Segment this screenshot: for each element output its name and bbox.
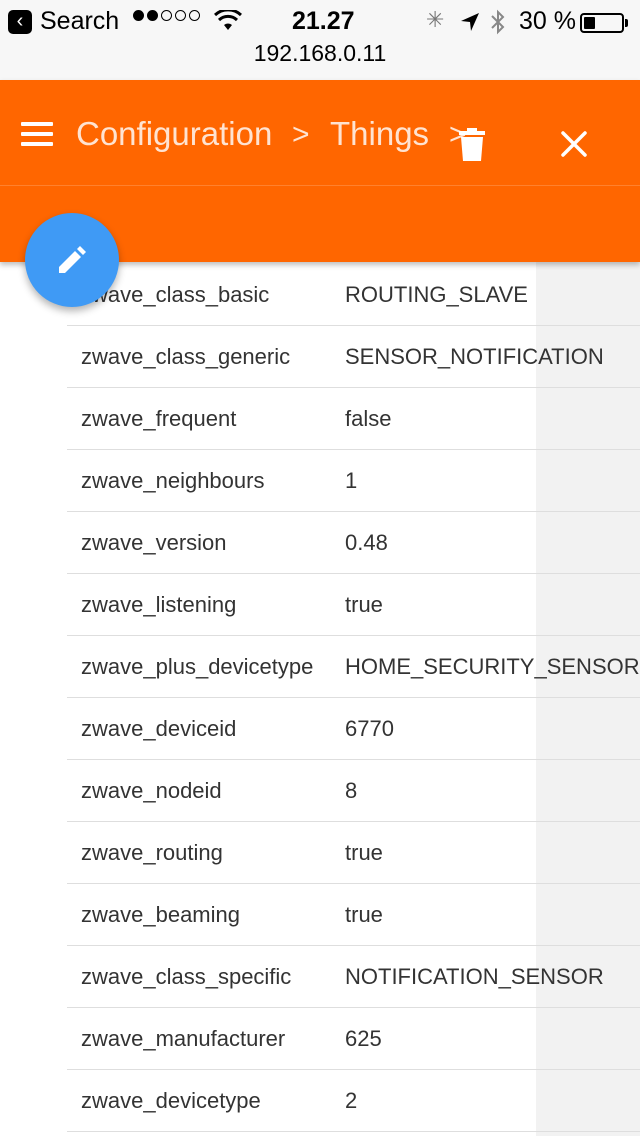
property-key: zwave_class_generic: [81, 344, 291, 369]
property-key: zwave_devicetype: [81, 1088, 261, 1113]
back-app-label[interactable]: Search: [40, 7, 119, 36]
properties-panel: zwave_class_basic ROUTING_SLAVE zwave_clas…: [0, 262, 640, 1136]
location-arrow-icon: [461, 13, 479, 31]
property-key: zwave_listening: [81, 592, 237, 617]
property-value: 625: [345, 1026, 382, 1051]
property-value: 0.48: [345, 530, 388, 555]
table-row: zwave_plus_devicetype HOME_SECURITY_SENSO…: [67, 636, 640, 698]
clock: 21.27: [292, 7, 355, 35]
table-row: zwave_version 0.48: [67, 512, 640, 574]
property-key: zwave_nodeid: [81, 778, 222, 803]
status-row: ‹ Search 21.27 ✳ 30 %: [0, 4, 640, 38]
bluetooth-icon: [491, 9, 505, 35]
table-row: zwave_frequent false: [67, 388, 640, 450]
table-row: zwave_devicetype 2: [67, 1070, 640, 1132]
property-value: 2: [345, 1088, 358, 1113]
edit-pencil-icon: [59, 246, 86, 273]
property-key: zwave_manufacturer: [81, 1026, 286, 1051]
breadcrumb-configuration[interactable]: Configuration: [76, 115, 272, 153]
activity-spinner-icon: ✳: [426, 7, 445, 32]
table-row: zwave_beaming true: [67, 884, 640, 946]
wifi-icon: [214, 10, 242, 30]
menu-icon[interactable]: [21, 122, 53, 146]
property-key: zwave_frequent: [81, 406, 237, 431]
property-value: true: [345, 902, 383, 927]
table-row: zwave_manufacturer 625: [67, 1008, 640, 1070]
property-key: zwave_routing: [81, 840, 223, 865]
property-value: true: [345, 592, 383, 617]
table-row: zwave_class_basic ROUTING_SLAVE: [67, 264, 640, 326]
url-bar[interactable]: 192.168.0.11: [0, 40, 640, 67]
property-key: zwave_neighbours: [81, 468, 265, 493]
property-key: zwave_beaming: [81, 902, 240, 927]
table-row: zwave_neighbours 1: [67, 450, 640, 512]
battery-fill: [584, 17, 595, 29]
property-key: zwave_version: [81, 530, 227, 555]
edit-button[interactable]: [25, 213, 119, 307]
trash-icon[interactable]: [458, 128, 486, 162]
property-key: zwave_plus_devicetype: [81, 654, 314, 679]
property-key: zwave_class_specific: [81, 964, 292, 989]
table-row: zwave_class_generic SENSOR_NOTIFICATION: [67, 326, 640, 388]
header-divider: [0, 185, 640, 186]
battery-percent: 30 %: [519, 7, 576, 35]
back-icon[interactable]: ‹: [8, 10, 32, 34]
property-value: 1: [345, 468, 358, 493]
property-value: 8: [345, 778, 358, 803]
property-value: 6770: [345, 716, 394, 741]
close-icon[interactable]: [560, 130, 588, 158]
property-value: false: [345, 406, 392, 431]
properties-table: zwave_class_basic ROUTING_SLAVE zwave_clas…: [67, 264, 640, 1132]
table-row: zwave_routing true: [67, 822, 640, 884]
property-key: zwave_deviceid: [81, 716, 237, 741]
table-row: zwave_listening true: [67, 574, 640, 636]
battery-icon: [580, 13, 624, 33]
chevron-right-icon: >: [292, 118, 310, 151]
property-value: true: [345, 840, 383, 865]
table-row: zwave_class_specific NOTIFICATION_SENSOR: [67, 946, 640, 1008]
breadcrumb-things[interactable]: Things: [330, 115, 429, 153]
property-value: ROUTING_SLAVE: [345, 282, 528, 307]
property-value: HOME_SECURITY_SENSOR: [345, 654, 640, 679]
status-bar: ‹ Search 21.27 ✳ 30 % 192.168.0.11: [0, 0, 640, 80]
signal-dots-icon: [133, 8, 203, 26]
property-value: NOTIFICATION_SENSOR: [345, 964, 604, 989]
table-row: zwave_deviceid 6770: [67, 698, 640, 760]
table-row: zwave_nodeid 8: [67, 760, 640, 822]
battery-tip: [625, 19, 628, 27]
property-value: SENSOR_NOTIFICATION: [345, 344, 604, 369]
